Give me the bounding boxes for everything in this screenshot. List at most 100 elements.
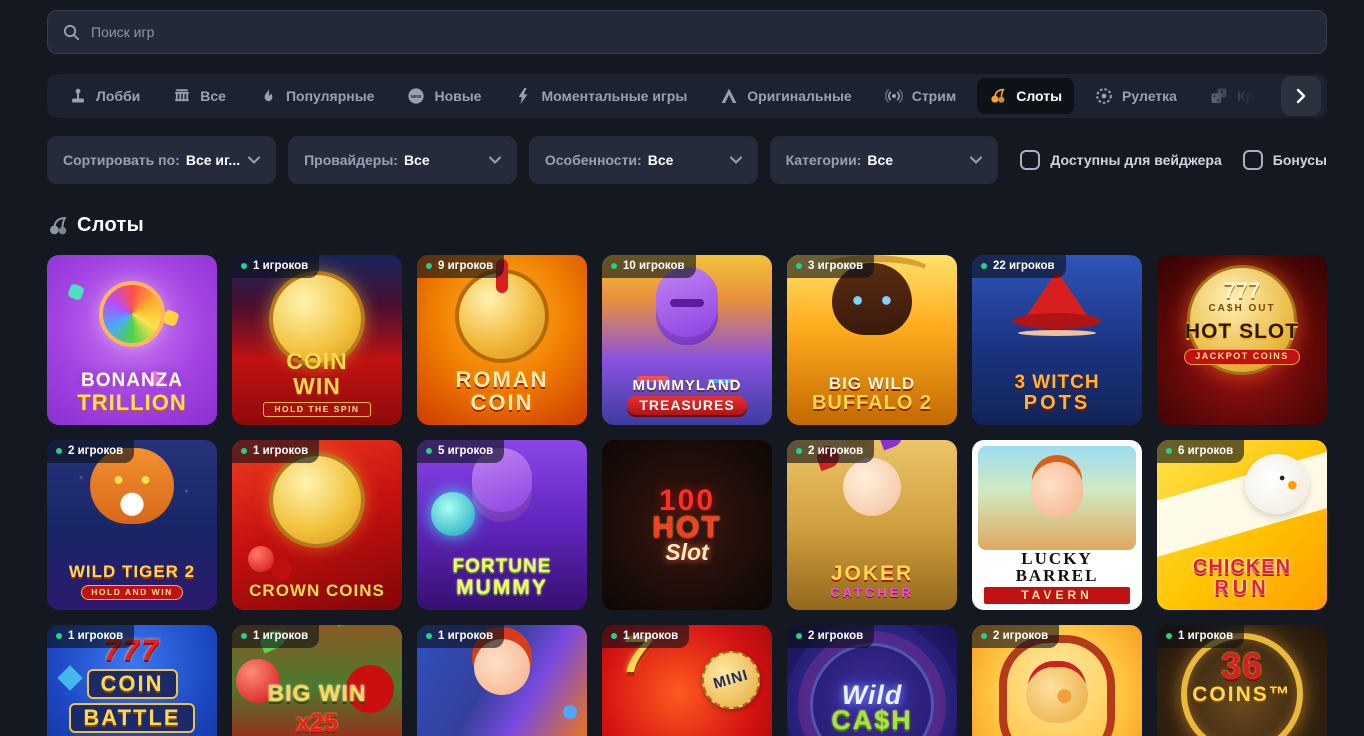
sort-by-dropdown[interactable]: Сортировать по: Все иг... bbox=[47, 136, 276, 184]
flame-icon bbox=[259, 87, 277, 105]
section-header: Слоты bbox=[47, 214, 1327, 237]
online-dot bbox=[241, 448, 247, 454]
cherries-icon bbox=[47, 214, 70, 237]
games-grid: BONANZATRILLION COINWINHOLD THE SPIN 1 и… bbox=[47, 255, 1327, 736]
tab-label: Оригинальные bbox=[747, 88, 851, 104]
game-tile[interactable]: WildCA$H 2 игроков bbox=[787, 625, 957, 736]
tab-roulette[interactable]: Рулетка bbox=[1083, 78, 1189, 114]
sort-by-value: Все иг... bbox=[186, 152, 240, 168]
game-art bbox=[787, 255, 957, 425]
game-art bbox=[1157, 440, 1327, 610]
features-dropdown[interactable]: Особенности: Все bbox=[529, 136, 758, 184]
online-dot bbox=[981, 263, 987, 269]
players-count-label: 22 игроков bbox=[993, 260, 1055, 272]
players-badge: 1 игроков bbox=[232, 255, 319, 278]
game-tile[interactable]: 7MINICash'n 1 игроков bbox=[602, 625, 772, 736]
online-dot bbox=[56, 448, 62, 454]
players-count-label: 1 игроков bbox=[623, 630, 678, 642]
players-badge: 5 игроков bbox=[417, 440, 504, 463]
game-tile[interactable]: CHICKENRUN 6 игроков bbox=[1157, 440, 1327, 610]
bonuses-checkbox[interactable]: Бонусы bbox=[1243, 150, 1327, 170]
game-tile[interactable]: BIG WINx25 1 игроков bbox=[232, 625, 402, 736]
providers-dropdown[interactable]: Провайдеры: Все bbox=[288, 136, 517, 184]
providers-label: Провайдеры: bbox=[304, 152, 398, 168]
tab-slots[interactable]: Слоты bbox=[977, 78, 1074, 114]
tab-popular[interactable]: Популярные bbox=[247, 78, 386, 114]
game-art bbox=[787, 440, 957, 610]
tab-lobby[interactable]: Лобби bbox=[57, 78, 152, 114]
tab-instant[interactable]: Моментальные игры bbox=[502, 78, 699, 114]
new-badge-icon: NEW bbox=[407, 87, 425, 105]
tab-all[interactable]: Все bbox=[161, 78, 238, 114]
checkbox-box[interactable] bbox=[1243, 150, 1263, 170]
svg-text:NEW: NEW bbox=[411, 94, 422, 99]
game-tile[interactable]: COINWINHOLD THE SPIN 1 игроков bbox=[232, 255, 402, 425]
tab-originals[interactable]: Оригинальные bbox=[708, 78, 863, 114]
game-tile[interactable]: BIG WILDBUFFALO 2 3 игроков bbox=[787, 255, 957, 425]
players-badge: 9 игроков bbox=[417, 255, 504, 278]
checkbox-box[interactable] bbox=[1020, 150, 1040, 170]
game-art bbox=[232, 440, 402, 610]
game-tile[interactable]: FORTUNEMUMMY 5 игроков bbox=[417, 440, 587, 610]
tab-label: Слоты bbox=[1016, 88, 1062, 104]
online-dot bbox=[611, 263, 617, 269]
game-tile[interactable]: WILD TIGER 2HOLD AND WIN 2 игроков bbox=[47, 440, 217, 610]
tab-new[interactable]: NEW Новые bbox=[395, 78, 493, 114]
search-input[interactable] bbox=[91, 24, 1311, 40]
tab-label: Все bbox=[200, 88, 226, 104]
search-icon bbox=[63, 24, 80, 41]
players-badge: 2 игроков bbox=[787, 440, 874, 463]
players-count-label: 6 игроков bbox=[1178, 445, 1233, 457]
game-tile[interactable]: LUCKYBARRELTAVERN bbox=[972, 440, 1142, 610]
game-art bbox=[232, 255, 402, 425]
game-tile[interactable]: JOKERCATCHER 2 игроков bbox=[787, 440, 957, 610]
players-badge: 1 игроков bbox=[417, 625, 504, 648]
online-dot bbox=[56, 633, 62, 639]
game-tile[interactable]: 100HOTSlot bbox=[602, 440, 772, 610]
game-tile[interactable]: 1 игроков bbox=[417, 625, 587, 736]
game-art bbox=[602, 255, 772, 425]
online-dot bbox=[426, 263, 432, 269]
game-art bbox=[602, 440, 772, 610]
game-tile[interactable]: CROWN COINS 1 игроков bbox=[232, 440, 402, 610]
game-tile[interactable]: MUMMYLANDTREASURES 10 игроков bbox=[602, 255, 772, 425]
sort-by-label: Сортировать по: bbox=[63, 152, 180, 168]
tab-list: Лобби Все Популярные NEW Новые Моменталь… bbox=[47, 74, 1327, 118]
game-tile[interactable]: ROMANCOIN 9 игроков bbox=[417, 255, 587, 425]
chevron-down-icon bbox=[481, 156, 501, 164]
dice-icon bbox=[1210, 87, 1228, 105]
online-dot bbox=[611, 633, 617, 639]
game-tile[interactable]: BONANZATRILLION bbox=[47, 255, 217, 425]
features-label: Особенности: bbox=[545, 152, 642, 168]
originals-icon bbox=[720, 87, 738, 105]
filters-row: Сортировать по: Все иг... Провайдеры: Вс… bbox=[47, 136, 1327, 184]
tab-stream[interactable]: Стрим bbox=[873, 78, 968, 114]
game-tile[interactable]: 36COINS™ 1 игроков bbox=[1157, 625, 1327, 736]
players-badge: 2 игроков bbox=[47, 440, 134, 463]
game-tile[interactable]: 3 WITCHPOTS 22 игроков bbox=[972, 255, 1142, 425]
tabs-next-button[interactable] bbox=[1281, 76, 1321, 116]
players-badge: 2 игроков bbox=[787, 625, 874, 648]
categories-label: Категории: bbox=[786, 152, 862, 168]
search-bar bbox=[47, 10, 1327, 54]
game-tile[interactable]: 777COINBATTLE 1 игроков bbox=[47, 625, 217, 736]
online-dot bbox=[241, 263, 247, 269]
tab-craps[interactable]: Крэпс bbox=[1198, 78, 1290, 114]
game-art bbox=[417, 255, 587, 425]
online-dot bbox=[796, 263, 802, 269]
casino-games-page: Лобби Все Популярные NEW Новые Моменталь… bbox=[0, 10, 1364, 736]
players-count-label: 2 игроков bbox=[68, 445, 123, 457]
all-games-icon bbox=[173, 87, 191, 105]
tab-label: Лобби bbox=[96, 88, 140, 104]
categories-dropdown[interactable]: Категории: Все bbox=[770, 136, 999, 184]
players-badge: 10 игроков bbox=[602, 255, 696, 278]
chevron-down-icon bbox=[722, 156, 742, 164]
game-tile[interactable]: 777CA$H OUTHOT SLOTJACKPOT COINS bbox=[1157, 255, 1327, 425]
game-tile[interactable]: 2 игроков bbox=[972, 625, 1142, 736]
cherries-icon bbox=[989, 87, 1007, 105]
players-count-label: 9 игроков bbox=[438, 260, 493, 272]
category-tab-bar: Лобби Все Популярные NEW Новые Моменталь… bbox=[47, 74, 1327, 118]
online-dot bbox=[426, 633, 432, 639]
game-art bbox=[972, 255, 1142, 425]
wager-available-checkbox[interactable]: Доступны для вейджера bbox=[1020, 150, 1221, 170]
